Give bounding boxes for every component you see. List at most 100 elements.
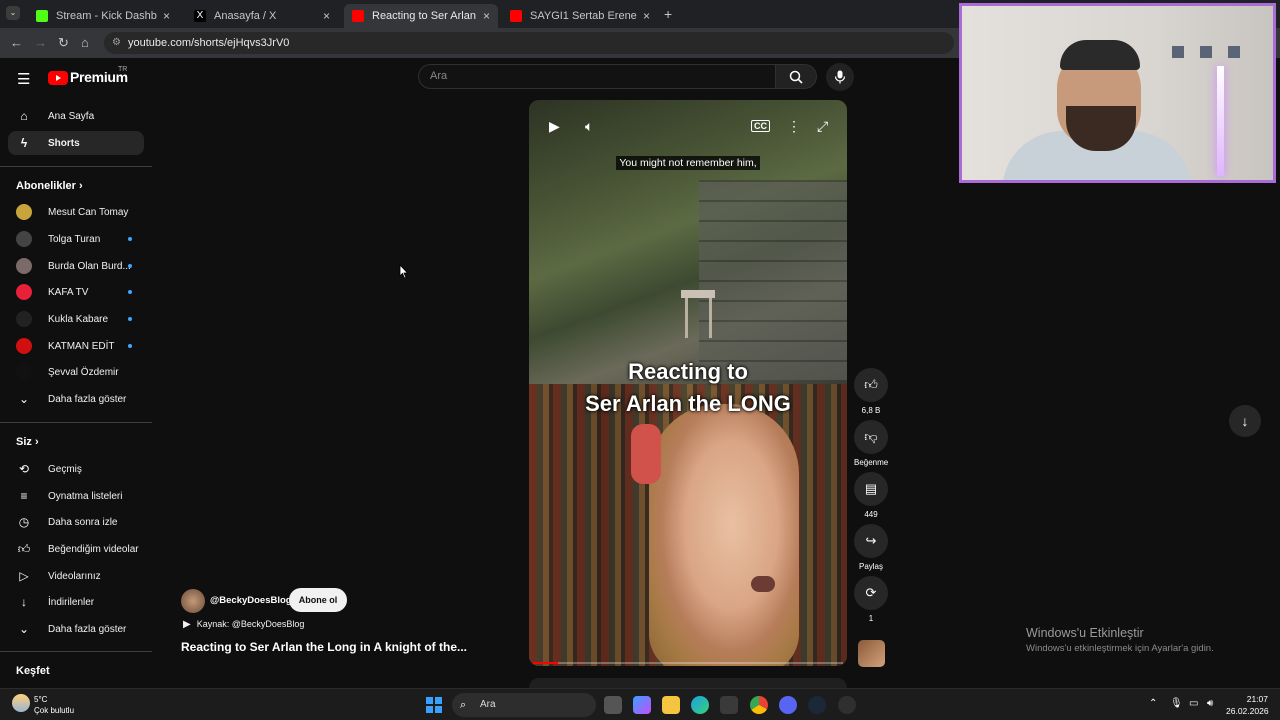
clock-date[interactable]: 26.02.2026 bbox=[1226, 706, 1269, 716]
arrow-down-icon: ↓ bbox=[1241, 413, 1249, 429]
close-icon[interactable]: × bbox=[643, 9, 650, 23]
like-button[interactable]: 👍︎ 6,8 B bbox=[854, 368, 888, 415]
sidebar-item-playlists[interactable]: ≡ Oynatma listeleri bbox=[8, 484, 144, 508]
sidebar-item-watch-later[interactable]: ◷ Daha sonra izle bbox=[8, 510, 144, 534]
url-field[interactable]: ⚙ youtube.com/shorts/ejHqvs3JrV0 bbox=[104, 32, 954, 54]
captions-icon[interactable]: CC bbox=[751, 120, 770, 132]
you-header-label: Siz bbox=[16, 436, 32, 448]
youtube-icon bbox=[510, 10, 522, 22]
sidebar-item-subscription[interactable]: Burda Olan Burd... bbox=[8, 254, 144, 278]
thumbs-up-icon: 👍︎ bbox=[17, 541, 31, 556]
sidebar-item-downloads[interactable]: ↓ İndirilenler bbox=[8, 590, 144, 614]
dislike-button[interactable]: 👎︎ Beğenme bbox=[854, 420, 888, 467]
voice-search-button[interactable] bbox=[826, 63, 854, 91]
back-icon[interactable]: ← bbox=[10, 35, 23, 50]
avatar bbox=[16, 258, 32, 274]
channel-avatar[interactable] bbox=[181, 589, 205, 613]
weather-description[interactable]: Çok bulutlu bbox=[34, 706, 74, 715]
sound-thumbnail[interactable] bbox=[858, 640, 885, 667]
taskbar-search[interactable]: ⌕ Ara bbox=[452, 693, 596, 717]
more-options-icon[interactable]: ⋮ bbox=[787, 118, 801, 135]
video-progress-bar[interactable] bbox=[533, 662, 843, 664]
show-more-you[interactable]: ⌄ Daha fazla göster bbox=[8, 617, 144, 641]
display-icon[interactable]: ▭ bbox=[1189, 698, 1198, 709]
copilot-icon[interactable] bbox=[633, 696, 651, 714]
comments-button[interactable]: ▤ 449 bbox=[854, 472, 888, 519]
home-icon[interactable]: ⌂ bbox=[81, 35, 89, 50]
new-tab-button[interactable]: + bbox=[664, 6, 672, 22]
weather-icon[interactable] bbox=[12, 694, 30, 712]
show-more-subscriptions[interactable]: ⌄ Daha fazla göster bbox=[8, 387, 144, 411]
clock-time[interactable]: 21:07 bbox=[1236, 694, 1268, 704]
sidebar-item-label: Daha fazla göster bbox=[48, 393, 127, 405]
tab-kick[interactable]: Stream - Kick Dashboard × bbox=[28, 4, 178, 28]
sidebar-item-subscription[interactable]: Şevval Özdemir bbox=[8, 360, 144, 384]
video-subtitle: You might not remember him, bbox=[529, 156, 807, 170]
steam-icon[interactable] bbox=[808, 696, 826, 714]
task-view-icon[interactable] bbox=[604, 696, 622, 714]
tab-youtube-saygi[interactable]: SAYGI1 Sertab Erener | Şara Kay × bbox=[502, 4, 658, 28]
edge-icon[interactable] bbox=[691, 696, 709, 714]
close-icon[interactable]: × bbox=[483, 9, 490, 23]
divider bbox=[0, 651, 152, 652]
close-icon[interactable]: × bbox=[323, 9, 330, 23]
discord-icon[interactable] bbox=[779, 696, 797, 714]
chrome-icon[interactable] bbox=[750, 696, 768, 714]
microphone-icon[interactable]: 🎙︎ bbox=[1170, 698, 1183, 709]
reload-icon[interactable]: ↻ bbox=[58, 35, 69, 51]
source-link[interactable]: ▶ Kaynak: @BeckyDoesBlog bbox=[183, 619, 304, 630]
tab-list-menu[interactable]: ⌄ bbox=[6, 6, 20, 20]
youtube-logo[interactable] bbox=[48, 71, 68, 85]
sidebar-item-history[interactable]: ⟲ Geçmiş bbox=[8, 457, 144, 481]
forward-icon[interactable]: → bbox=[34, 35, 47, 50]
chevron-up-icon[interactable]: ⌃ bbox=[1149, 698, 1157, 709]
sidebar-item-subscription[interactable]: KAFA TV bbox=[8, 280, 144, 304]
search-input[interactable]: Ara bbox=[418, 64, 776, 89]
tab-x[interactable]: X Anasayfa / X × bbox=[186, 4, 338, 28]
sidebar-item-label: Mesut Can Tomay bbox=[48, 206, 129, 218]
sidebar-item-subscription[interactable]: Tolga Turan bbox=[8, 227, 144, 251]
obs-icon[interactable] bbox=[838, 696, 856, 714]
next-short-button[interactable]: ↓ bbox=[1229, 405, 1261, 437]
divider bbox=[0, 422, 152, 423]
avatar bbox=[16, 338, 32, 354]
close-icon[interactable]: × bbox=[163, 9, 170, 23]
menu-icon[interactable]: ☰ bbox=[17, 70, 30, 88]
short-title[interactable]: Reacting to Ser Arlan the Long in A knig… bbox=[181, 640, 501, 654]
sidebar-item-home[interactable]: ⌂ Ana Sayfa bbox=[8, 104, 144, 128]
volume-icon[interactable]: 🔊︎ bbox=[1207, 698, 1213, 709]
sidebar-item-shorts[interactable]: ϟ Shorts bbox=[8, 131, 144, 155]
sidebar-item-label: İndirilenler bbox=[48, 596, 95, 608]
sidebar-item-your-videos[interactable]: ▷ Videolarınız bbox=[8, 564, 144, 588]
play-icon[interactable]: ▶ bbox=[549, 118, 560, 135]
channel-name[interactable]: @BeckyDoesBlog bbox=[210, 595, 292, 606]
led-light bbox=[1217, 66, 1224, 176]
streamer-cap bbox=[1060, 40, 1140, 70]
share-label: Paylaş bbox=[858, 562, 883, 571]
fullscreen-icon[interactable]: ⤢ bbox=[817, 118, 828, 135]
kick-icon bbox=[36, 10, 48, 22]
start-button[interactable] bbox=[426, 697, 442, 713]
site-info-icon[interactable]: ⚙ bbox=[112, 32, 121, 54]
weather-temperature[interactable]: 5°C bbox=[34, 695, 47, 704]
video-icon: ▷ bbox=[19, 569, 29, 583]
windows-taskbar: 5°C Çok bulutlu ⌕ Ara ⌃ 🎙︎ ▭ 🔊︎ 21:07 26… bbox=[0, 688, 1280, 720]
remix-button[interactable]: ⟳ 1 bbox=[854, 576, 888, 623]
you-header[interactable]: Siz › bbox=[16, 436, 39, 448]
avatar bbox=[16, 284, 32, 300]
subscribe-button[interactable]: Abone ol bbox=[289, 588, 347, 612]
short-video-player[interactable]: ▶ 🔈︎ CC ⋮ ⤢ You might not remember him, … bbox=[529, 100, 847, 666]
share-button[interactable]: ↪ Paylaş bbox=[854, 524, 888, 571]
file-explorer-icon[interactable] bbox=[662, 696, 680, 714]
avatar bbox=[16, 364, 32, 380]
sidebar-item-subscription[interactable]: KATMAN EDİT bbox=[8, 334, 144, 358]
sidebar-item-liked-videos[interactable]: 👍︎ Beğendiğim videolar bbox=[8, 537, 144, 561]
store-icon[interactable] bbox=[720, 696, 738, 714]
search-button[interactable] bbox=[775, 64, 817, 89]
sidebar-item-subscription[interactable]: Kukla Kabare bbox=[8, 307, 144, 331]
subscriptions-header[interactable]: Abonelikler › bbox=[16, 180, 83, 192]
sidebar-item-subscription[interactable]: Mesut Can Tomay bbox=[8, 200, 144, 224]
wall-frame bbox=[1200, 46, 1212, 58]
tab-youtube-short[interactable]: Reacting to Ser Arlan the Long × bbox=[344, 4, 498, 28]
volume-icon[interactable]: 🔈︎ bbox=[585, 118, 593, 135]
